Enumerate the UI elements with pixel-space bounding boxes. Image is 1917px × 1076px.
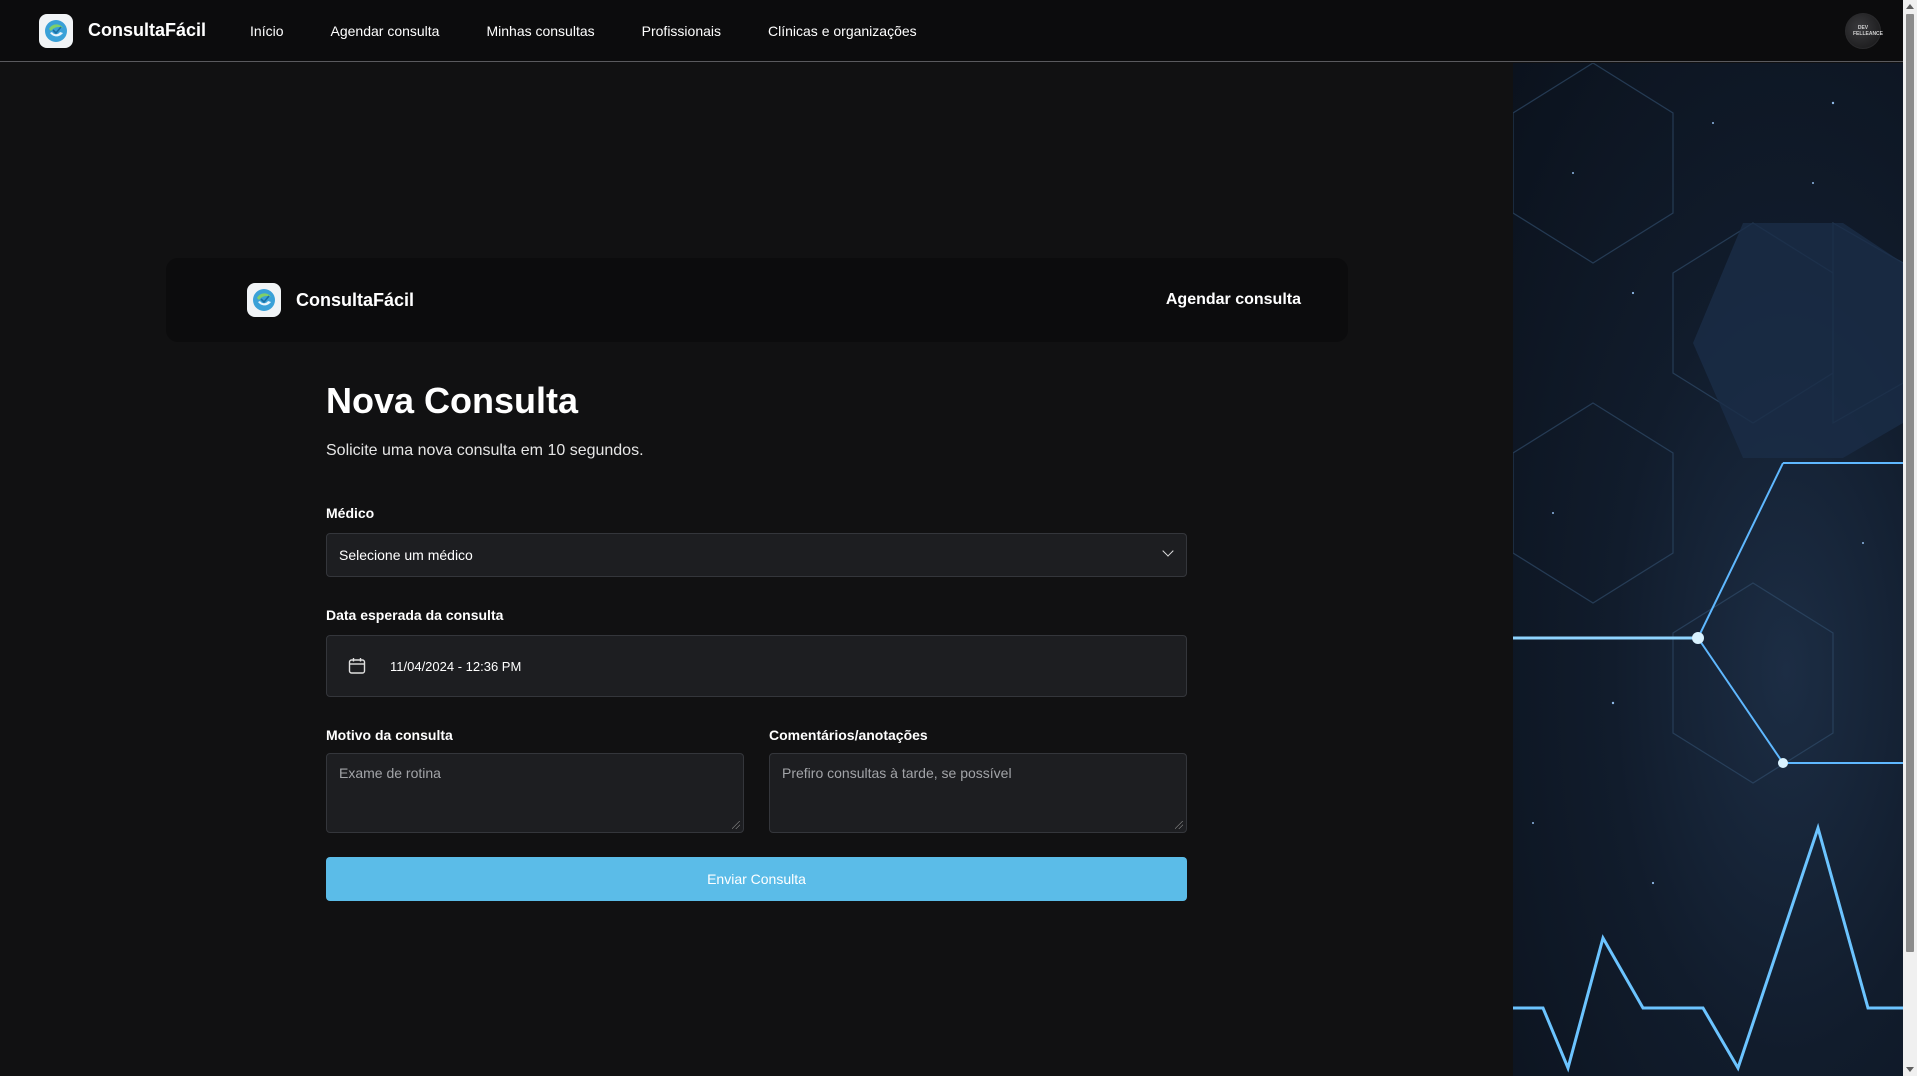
- reason-placeholder: Exame de rotina: [339, 765, 441, 781]
- doctor-select[interactable]: Selecione um médico: [326, 533, 1187, 577]
- comments-placeholder: Prefiro consultas à tarde, se possível: [782, 765, 1012, 781]
- resize-handle-icon[interactable]: [732, 821, 740, 829]
- logo-icon: [39, 13, 73, 48]
- nav-link-clinicas[interactable]: Clínicas e organizações: [768, 23, 917, 39]
- reason-textarea[interactable]: Exame de rotina: [326, 753, 744, 833]
- avatar-label: DEV FELLEANCE: [1853, 25, 1883, 37]
- calendar-icon: [348, 658, 366, 674]
- nav-link-inicio[interactable]: Início: [250, 23, 283, 39]
- date-label: Data esperada da consulta: [326, 607, 504, 623]
- avatar[interactable]: DEV FELLEANCE: [1845, 13, 1883, 49]
- scrollbar[interactable]: [1903, 0, 1917, 1076]
- logo-icon: [247, 283, 281, 317]
- reason-column: Motivo da consulta Exame de rotina: [326, 727, 744, 833]
- scroll-down-icon[interactable]: [1906, 1067, 1914, 1072]
- comments-textarea[interactable]: Prefiro consultas à tarde, se possível: [769, 753, 1187, 833]
- brand-name: ConsultaFácil: [88, 20, 207, 40]
- scroll-thumb[interactable]: [1906, 14, 1914, 952]
- doctor-label: Médico: [326, 505, 375, 521]
- nav-links: Início Agendar consulta Minhas consultas…: [250, 23, 964, 39]
- page-title: Nova Consulta: [326, 380, 579, 421]
- agendar-consulta-link[interactable]: Agendar consulta: [1166, 291, 1301, 309]
- reason-comments-row: Motivo da consulta Exame de rotina Comen…: [326, 727, 1187, 833]
- comments-label: Comentários/anotações: [769, 727, 928, 743]
- nav-link-minhas-consultas[interactable]: Minhas consultas: [486, 23, 594, 39]
- card-header: ConsultaFácil Agendar consulta: [166, 258, 1348, 342]
- nav-link-profissionais[interactable]: Profissionais: [642, 23, 721, 39]
- brand[interactable]: ConsultaFácil: [39, 13, 207, 48]
- submit-button[interactable]: Enviar Consulta: [326, 857, 1187, 901]
- page-subtitle: Solicite uma nova consulta em 10 segundo…: [326, 442, 644, 459]
- top-navbar: ConsultaFácil Início Agendar consulta Mi…: [0, 0, 1903, 62]
- doctor-select-value: Selecione um médico: [339, 547, 473, 563]
- reason-label: Motivo da consulta: [326, 727, 453, 743]
- comments-column: Comentários/anotações Prefiro consultas …: [769, 727, 1187, 833]
- scroll-up-icon[interactable]: [1906, 4, 1914, 9]
- date-value: 11/04/2024 - 12:36 PM: [390, 658, 522, 674]
- new-appointment-form: Nova Consulta Solicite uma nova consulta…: [326, 380, 1187, 901]
- date-picker[interactable]: 11/04/2024 - 12:36 PM: [326, 635, 1187, 697]
- nav-link-agendar-consulta[interactable]: Agendar consulta: [331, 23, 440, 39]
- hexagon-background-image: [1513, 63, 1903, 1076]
- chevron-down-icon: [1162, 545, 1174, 557]
- card-brand-name: ConsultaFácil: [296, 289, 415, 310]
- resize-handle-icon[interactable]: [1175, 821, 1183, 829]
